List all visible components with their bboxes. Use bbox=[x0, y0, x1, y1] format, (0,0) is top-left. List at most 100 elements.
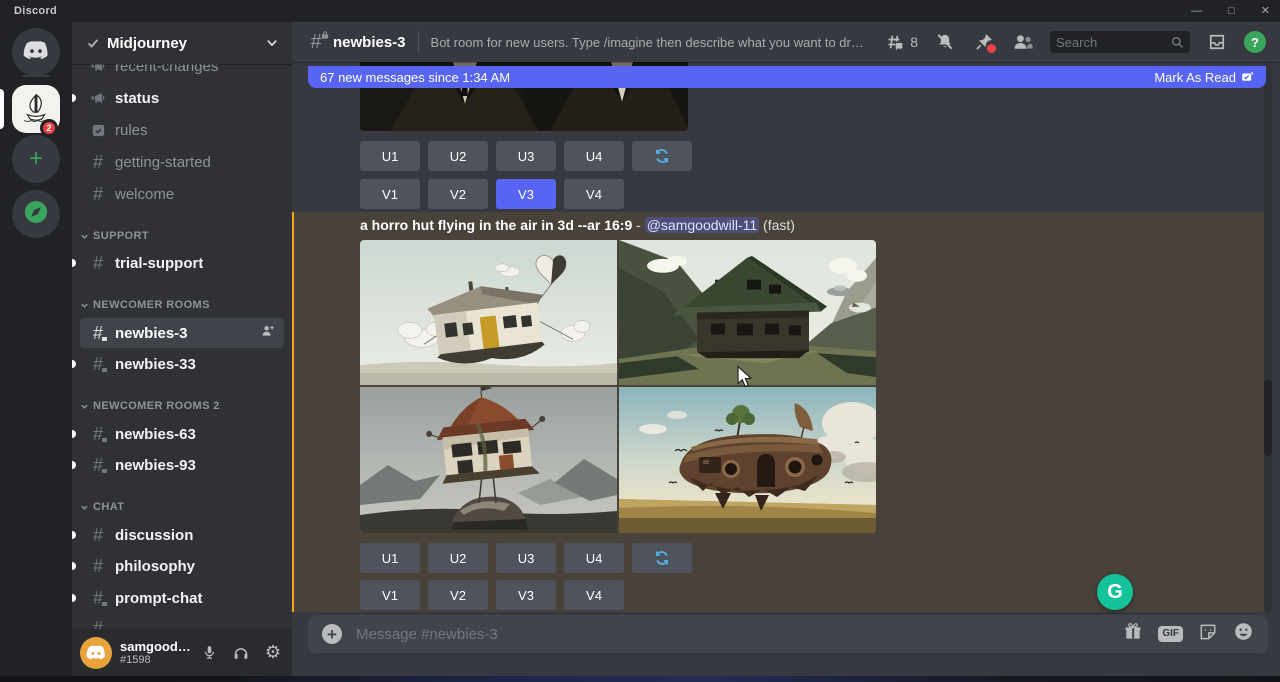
message-composer[interactable]: + Message #newbies-3 GIF bbox=[308, 615, 1268, 653]
channel-rules[interactable]: rules bbox=[80, 115, 284, 145]
mic-button[interactable] bbox=[198, 642, 220, 664]
gift-icon[interactable] bbox=[1123, 622, 1143, 647]
app-title: Discord bbox=[14, 5, 57, 17]
user-area: samgoodw... #1598 ⚙ bbox=[72, 629, 292, 676]
channel-prompt-chat[interactable]: # prompt-chat bbox=[80, 583, 284, 613]
pin-alert-dot bbox=[987, 44, 996, 53]
category-newcomer-rooms[interactable]: NEWCOMER ROOMS bbox=[80, 297, 284, 313]
reroll-button[interactable] bbox=[632, 543, 692, 573]
reroll-button[interactable] bbox=[632, 141, 692, 171]
server-rail: 2 + bbox=[0, 22, 72, 676]
refresh-icon bbox=[654, 550, 670, 566]
v1-button[interactable]: V1 bbox=[360, 179, 420, 209]
v4-button[interactable]: V4 bbox=[564, 179, 624, 209]
channel-trial-support[interactable]: # trial-support bbox=[80, 248, 284, 278]
search-input[interactable]: Search bbox=[1050, 31, 1190, 53]
sticker-icon[interactable] bbox=[1198, 622, 1218, 647]
taskbar-edge bbox=[0, 676, 1280, 682]
u3-button[interactable]: U3 bbox=[496, 141, 556, 171]
attach-plus-icon[interactable]: + bbox=[322, 624, 342, 644]
explore-servers-button[interactable] bbox=[12, 190, 60, 238]
hash-chat-icon: # bbox=[88, 323, 108, 343]
channel-status[interactable]: status bbox=[80, 83, 284, 113]
discord-logo-icon bbox=[86, 645, 106, 660]
grid-image-4[interactable] bbox=[619, 387, 876, 533]
composer-placeholder[interactable]: Message #newbies-3 bbox=[356, 626, 1109, 643]
user-discriminator: #1598 bbox=[120, 654, 198, 666]
user-avatar[interactable] bbox=[80, 637, 112, 669]
category-support[interactable]: SUPPORT bbox=[80, 228, 284, 244]
user-info[interactable]: samgoodw... #1598 bbox=[120, 639, 198, 666]
mark-as-read-button[interactable]: Mark As Read bbox=[1154, 70, 1254, 85]
channel-topic[interactable]: Bot room for new users. Type /imagine th… bbox=[431, 35, 871, 50]
channel-newbies-33[interactable]: # newbies-33 bbox=[80, 349, 284, 379]
hash-icon: # bbox=[88, 152, 108, 172]
new-messages-banner[interactable]: 67 new messages since 1:34 AM Mark As Re… bbox=[308, 66, 1266, 88]
v3-button[interactable]: V3 bbox=[496, 580, 556, 610]
v2-button[interactable]: V2 bbox=[428, 580, 488, 610]
channel-newbies-93[interactable]: # newbies-93 bbox=[80, 450, 284, 480]
member-list-icon[interactable] bbox=[1011, 30, 1035, 54]
grammarly-icon[interactable]: G bbox=[1097, 574, 1133, 610]
channel-partial[interactable]: # bbox=[80, 613, 284, 629]
verified-check-icon bbox=[86, 36, 100, 50]
grid-image-1[interactable] bbox=[360, 240, 617, 385]
message2-variation-row: V1 V2 V3 V4 bbox=[360, 580, 624, 610]
server-header[interactable]: Midjourney bbox=[72, 22, 292, 64]
u2-button[interactable]: U2 bbox=[428, 543, 488, 573]
message1-variation-row: V1 V2 V3 V4 bbox=[360, 179, 624, 209]
channel-welcome[interactable]: # welcome bbox=[80, 179, 284, 209]
chat-scrollbar-thumb[interactable] bbox=[1264, 380, 1272, 456]
category-newcomer-rooms-2[interactable]: NEWCOMER ROOMS 2 bbox=[80, 398, 284, 414]
hash-chat-icon: # bbox=[88, 354, 108, 374]
settings-gear-button[interactable]: ⚙ bbox=[262, 642, 284, 664]
headphones-button[interactable] bbox=[230, 642, 252, 664]
username: samgoodw... bbox=[120, 639, 194, 654]
v1-button[interactable]: V1 bbox=[360, 580, 420, 610]
maximize-button[interactable]: □ bbox=[1228, 0, 1235, 22]
server-unread-badge: 2 bbox=[40, 119, 58, 137]
u4-button[interactable]: U4 bbox=[564, 543, 624, 573]
discord-logo-icon bbox=[23, 40, 49, 65]
u1-button[interactable]: U1 bbox=[360, 141, 420, 171]
unread-pill bbox=[72, 430, 76, 438]
category-chat[interactable]: CHAT bbox=[80, 499, 284, 515]
prompt-text: a horro hut flying in the air in 3d --ar… bbox=[360, 217, 632, 233]
u3-button[interactable]: U3 bbox=[496, 543, 556, 573]
channel-newbies-63[interactable]: # newbies-63 bbox=[80, 419, 284, 449]
hash-icon: # bbox=[88, 556, 108, 576]
user-mention[interactable]: @samgoodwill-11 bbox=[645, 217, 759, 233]
hash-icon: # bbox=[88, 525, 108, 545]
add-server-button[interactable]: + bbox=[12, 135, 60, 183]
channel-discussion[interactable]: # discussion bbox=[80, 520, 284, 550]
minimize-button[interactable]: — bbox=[1191, 0, 1202, 22]
u2-button[interactable]: U2 bbox=[428, 141, 488, 171]
emoji-icon[interactable] bbox=[1233, 621, 1254, 647]
u1-button[interactable]: U1 bbox=[360, 543, 420, 573]
hash-chat-icon: # bbox=[88, 424, 108, 444]
hash-icon: # bbox=[88, 618, 108, 629]
channel-philosophy[interactable]: # philosophy bbox=[80, 551, 284, 581]
channel-newbies-3[interactable]: # newbies-3 bbox=[80, 318, 284, 348]
notifications-muted-icon[interactable] bbox=[933, 30, 957, 54]
u4-button[interactable]: U4 bbox=[564, 141, 624, 171]
unread-pill bbox=[72, 531, 76, 539]
message2-image-grid[interactable] bbox=[360, 240, 876, 533]
v2-button[interactable]: V2 bbox=[428, 179, 488, 209]
grid-image-2[interactable] bbox=[619, 240, 876, 385]
threads-icon[interactable] bbox=[882, 30, 906, 54]
chat-scrollbar-track[interactable] bbox=[1264, 62, 1272, 613]
megaphone-icon bbox=[88, 88, 108, 108]
compass-icon bbox=[23, 199, 49, 230]
gif-picker-icon[interactable]: GIF bbox=[1158, 626, 1183, 642]
inbox-icon[interactable] bbox=[1205, 30, 1229, 54]
help-icon[interactable]: ? bbox=[1244, 31, 1266, 53]
create-invite-icon[interactable] bbox=[260, 323, 276, 343]
close-button[interactable]: ✕ bbox=[1261, 0, 1270, 22]
channel-getting-started[interactable]: # getting-started bbox=[80, 147, 284, 177]
grid-image-3[interactable] bbox=[360, 387, 617, 533]
home-button[interactable] bbox=[12, 28, 60, 76]
pinned-messages-icon[interactable] bbox=[972, 30, 996, 54]
v3-button-selected[interactable]: V3 bbox=[496, 179, 556, 209]
v4-button[interactable]: V4 bbox=[564, 580, 624, 610]
